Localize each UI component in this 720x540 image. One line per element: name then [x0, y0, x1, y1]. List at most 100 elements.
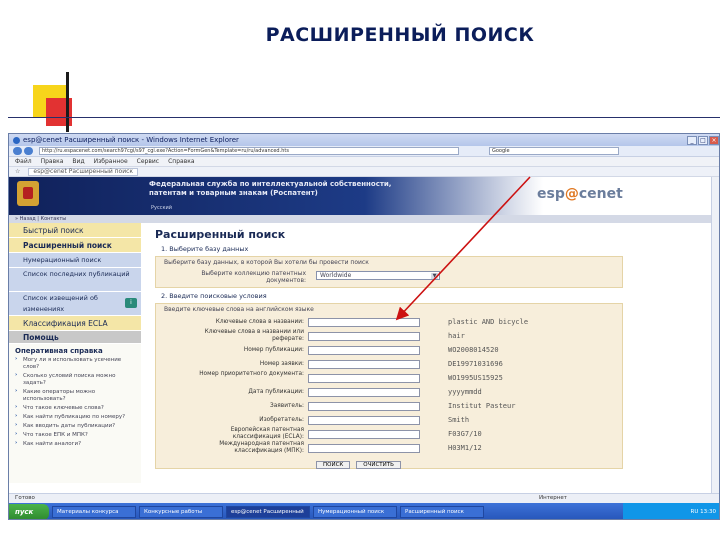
- sidebar-item-advanced-search[interactable]: Расширенный поиск: [9, 238, 141, 253]
- browser-window: esp@cenet Расширенный поиск - Windows In…: [8, 133, 720, 520]
- search-field-example: WO1995US15925: [448, 374, 503, 382]
- search-field-row: Номер публикации: WO2008014520: [156, 343, 624, 357]
- emblem-icon: [17, 181, 39, 206]
- espacenet-logo[interactable]: esp@cenet: [537, 186, 623, 202]
- search-field-label: Заявитель:: [270, 403, 304, 409]
- help-link[interactable]: Как найти публикацию по номеру?: [9, 413, 141, 422]
- search-field-label: Международная патентная классификация (М…: [219, 441, 304, 454]
- search-field-example: F03G7/10: [448, 430, 482, 438]
- database-label: Выберите коллекцию патентных документов:: [201, 270, 306, 284]
- search-fields-box: Введите ключевые слова на английском язы…: [155, 303, 623, 469]
- search-field-example: Institut Pasteur: [448, 402, 516, 410]
- help-link[interactable]: Какие операторы можно использовать?: [9, 388, 141, 404]
- search-field-row: Заявитель: Institut Pasteur: [156, 399, 624, 413]
- help-link[interactable]: Сколько условий поиска можно задать?: [9, 372, 141, 388]
- quick-help-title: Оперативная справка: [15, 347, 103, 355]
- help-link[interactable]: Что такое ключевые слова?: [9, 404, 141, 413]
- search-field-input[interactable]: [308, 430, 420, 439]
- minimize-icon[interactable]: _: [687, 135, 697, 145]
- sidebar-item-label: Список извещений об изменениях: [23, 294, 98, 313]
- menu-favorites[interactable]: Избранное: [94, 158, 128, 165]
- search-field-input[interactable]: [308, 332, 420, 341]
- favorites-bar: ☆ esp@cenet Расширенный поиск: [9, 167, 719, 177]
- start-button[interactable]: пуск: [9, 504, 49, 519]
- system-tray-clock: RU 13:30: [623, 503, 719, 519]
- sidebar-item-quick-search[interactable]: Быстрый поиск: [9, 223, 141, 238]
- taskbar-item[interactable]: Материалы конкурса: [52, 506, 136, 518]
- search-field-input[interactable]: [308, 402, 420, 411]
- decor-vertical-line: [66, 72, 69, 132]
- search-field-label: Номер приоритетного документа:: [199, 371, 304, 377]
- vertical-scrollbar[interactable]: [711, 177, 719, 493]
- sidebar-item-number-search[interactable]: Нумерационный поиск: [9, 253, 141, 268]
- search-field-row: Ключевые слова в названии: plastic AND bi…: [156, 315, 624, 329]
- nav-strip[interactable]: » Назад | Контакты: [9, 215, 719, 223]
- search-field-example: Smith: [448, 416, 470, 424]
- ie-icon: [13, 136, 20, 144]
- search-field-example: hair: [448, 332, 465, 340]
- search-field-label: Дата публикации:: [248, 389, 304, 395]
- search-field-input[interactable]: [308, 318, 420, 327]
- decor-horizontal-line: [8, 117, 720, 118]
- search-field-label: Изобретатель:: [259, 417, 304, 423]
- menu-help[interactable]: Справка: [168, 158, 194, 165]
- search-field-input[interactable]: [308, 346, 420, 355]
- org-line-2: патентам и товарным знакам (Роспатент): [149, 189, 318, 197]
- org-line-1: Федеральная служба по интеллектуальной с…: [149, 180, 392, 188]
- url-input[interactable]: http://ru.espacenet.com/search97cgi/s97_…: [39, 147, 459, 155]
- menu-tools[interactable]: Сервис: [137, 158, 159, 165]
- search-button[interactable]: ПОИСК: [316, 461, 351, 469]
- search-field-row: Номер приоритетного документа: WO1995US15…: [156, 371, 624, 385]
- menu-view[interactable]: Вид: [72, 158, 84, 165]
- search-field-example: WO2008014520: [448, 346, 499, 354]
- taskbar-item[interactable]: Нумерационный поиск: [313, 506, 397, 518]
- taskbar-item[interactable]: esp@cenet Расширенный: [226, 506, 310, 518]
- taskbar-item[interactable]: Расширенный поиск: [400, 506, 484, 518]
- back-icon[interactable]: [13, 147, 22, 155]
- search-field-row: Европейская патентная классификация (ECL…: [156, 427, 624, 441]
- logo-accent: @: [564, 186, 579, 202]
- search-field-label: Ключевые слова в названии:: [215, 319, 304, 325]
- sidebar-item-help[interactable]: Помощь: [9, 331, 141, 344]
- search-field-row: Ключевые слова в названии или реферате: h…: [156, 329, 624, 343]
- sidebar: Быстрый поиск Расширенный поиск Нумераци…: [9, 223, 141, 483]
- security-zone: Интернет: [539, 495, 567, 501]
- search-field-input[interactable]: [308, 388, 420, 397]
- taskbar: пуск Материалы конкурса Конкурсные работ…: [9, 503, 719, 519]
- sidebar-item-change-notices[interactable]: Список извещений об изменениях i: [9, 292, 141, 316]
- form-buttons: ПОИСК ОЧИСТИТЬ: [316, 461, 405, 469]
- info-icon[interactable]: i: [125, 298, 137, 308]
- sidebar-item-recent-publications[interactable]: Список последних публикаций: [9, 268, 141, 292]
- search-field-label: Европейская патентная классификация (ECL…: [230, 427, 304, 440]
- language-link[interactable]: Русский: [151, 205, 172, 211]
- browser-titlebar: esp@cenet Расширенный поиск - Windows In…: [9, 134, 719, 146]
- status-text: Готово: [15, 495, 35, 501]
- browser-tab[interactable]: esp@cenet Расширенный поиск: [28, 167, 139, 176]
- help-link[interactable]: Как вводить даты публикации?: [9, 422, 141, 431]
- logo-pre: esp: [537, 186, 565, 202]
- window-title: esp@cenet Расширенный поиск - Windows In…: [23, 136, 239, 144]
- maximize-icon[interactable]: □: [698, 135, 708, 145]
- help-link[interactable]: Могу ли я использовать усечение слов?: [9, 356, 141, 372]
- page-header: Федеральная служба по интеллектуальной с…: [9, 177, 719, 215]
- forward-icon[interactable]: [24, 147, 33, 155]
- search-field-input[interactable]: [308, 374, 420, 383]
- clear-button[interactable]: ОЧИСТИТЬ: [356, 461, 401, 469]
- search-field-example: H03M1/12: [448, 444, 482, 452]
- sidebar-item-ecla[interactable]: Классификация ECLA: [9, 316, 141, 331]
- search-field-label: Номер заявки:: [259, 361, 304, 367]
- menu-edit[interactable]: Правка: [41, 158, 64, 165]
- database-description: Выберите базу данных, в которой Вы хотел…: [164, 259, 369, 266]
- help-link[interactable]: Как найти аналоги?: [9, 440, 141, 449]
- chevron-down-icon[interactable]: ▼: [431, 273, 438, 279]
- close-icon[interactable]: ×: [709, 135, 719, 145]
- favorites-star-icon[interactable]: ☆: [15, 168, 20, 175]
- menu-file[interactable]: Файл: [15, 158, 32, 165]
- database-select[interactable]: Worldwide ▼: [316, 271, 440, 280]
- taskbar-item[interactable]: Конкурсные работы: [139, 506, 223, 518]
- search-field-input[interactable]: [308, 416, 420, 425]
- browser-search-input[interactable]: Google: [489, 147, 619, 155]
- help-link[interactable]: Что такое ЕПК и МПК?: [9, 431, 141, 440]
- search-field-input[interactable]: [308, 444, 420, 453]
- search-field-input[interactable]: [308, 360, 420, 369]
